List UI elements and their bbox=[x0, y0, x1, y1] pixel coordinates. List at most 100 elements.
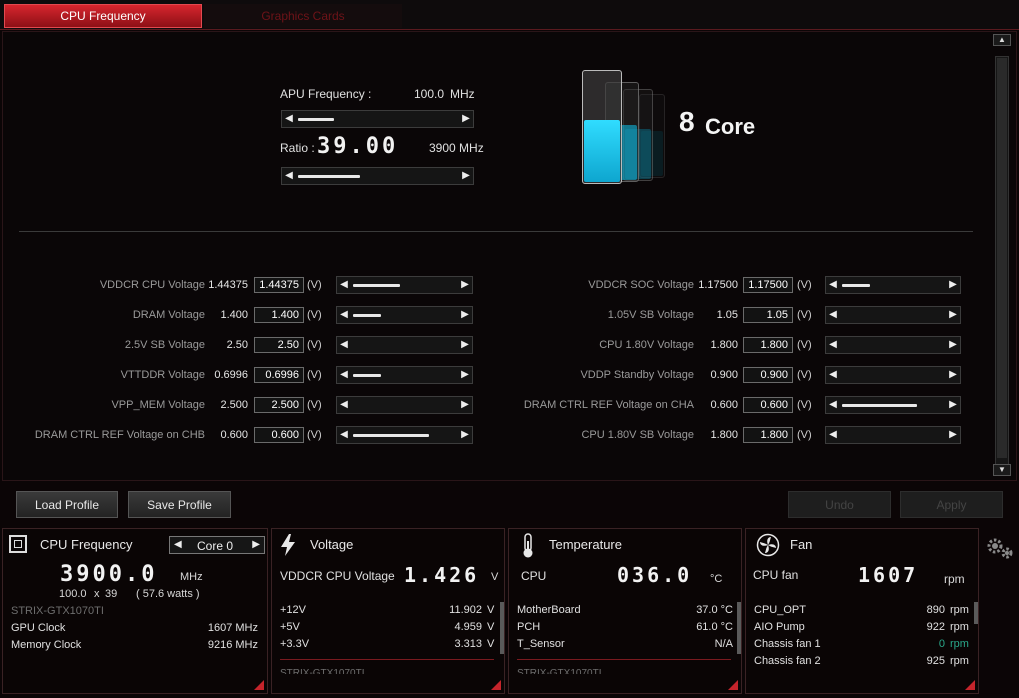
apply-button[interactable]: Apply bbox=[900, 491, 1003, 518]
voltage-input[interactable]: 1.44375 bbox=[254, 277, 304, 293]
save-profile-button[interactable]: Save Profile bbox=[128, 491, 231, 518]
arrow-right-icon[interactable]: ▶ bbox=[459, 398, 471, 412]
expand-corner-icon[interactable] bbox=[965, 680, 975, 690]
voltage-slider[interactable]: ◀ ▶ bbox=[825, 396, 961, 414]
ratio-slider[interactable]: ◀ ▶ bbox=[281, 167, 474, 185]
voltage-slider[interactable]: ◀ ▶ bbox=[825, 336, 961, 354]
voltage-input[interactable]: 1.800 bbox=[743, 337, 793, 353]
voltage-input[interactable]: 0.6996 bbox=[254, 367, 304, 383]
voltage-input[interactable]: 1.17500 bbox=[743, 277, 793, 293]
panel-scrollbar[interactable] bbox=[500, 602, 504, 654]
arrow-left-icon[interactable]: ◀ bbox=[827, 368, 839, 382]
slider-thumb[interactable] bbox=[298, 118, 334, 121]
core-select-value: Core 0 bbox=[197, 539, 234, 553]
panel-scrollbar[interactable] bbox=[737, 602, 741, 654]
tab-cpu-frequency[interactable]: CPU Frequency bbox=[4, 4, 202, 28]
arrow-left-icon[interactable]: ◀ bbox=[827, 308, 839, 322]
memory-clock-value: 9216 MHz bbox=[207, 639, 258, 651]
core-number: 8 bbox=[679, 106, 695, 137]
slider-thumb[interactable] bbox=[353, 374, 381, 377]
arrow-right-icon[interactable]: ▶ bbox=[252, 539, 260, 550]
voltage-slider[interactable]: ◀ ▶ bbox=[336, 396, 473, 414]
arrow-right-icon[interactable]: ▶ bbox=[459, 368, 471, 382]
voltage-slider[interactable]: ◀ ▶ bbox=[336, 336, 473, 354]
core-select[interactable]: ◀ Core 0 ▶ bbox=[169, 536, 265, 554]
arrow-right-icon[interactable]: ▶ bbox=[460, 112, 472, 126]
arrow-left-icon[interactable]: ◀ bbox=[283, 112, 295, 126]
cpu-frequency-value: 3900.0 bbox=[60, 562, 158, 587]
voltage-slider[interactable]: ◀ ▶ bbox=[336, 306, 473, 324]
expand-corner-icon[interactable] bbox=[728, 680, 738, 690]
arrow-left-icon[interactable]: ◀ bbox=[827, 428, 839, 442]
arrow-left-icon[interactable]: ◀ bbox=[827, 398, 839, 412]
arrow-left-icon[interactable]: ◀ bbox=[338, 398, 350, 412]
arrow-right-icon[interactable]: ▶ bbox=[947, 308, 959, 322]
panel-title: Temperature bbox=[549, 537, 622, 552]
arrow-right-icon[interactable]: ▶ bbox=[947, 428, 959, 442]
main-temp-label: CPU bbox=[521, 569, 547, 583]
vertical-scrollbar[interactable]: ▲ ▼ bbox=[992, 34, 1012, 478]
scroll-up-button[interactable]: ▲ bbox=[993, 34, 1011, 46]
scroll-thumb[interactable] bbox=[997, 58, 1007, 458]
arrow-left-icon[interactable]: ◀ bbox=[827, 338, 839, 352]
voltage-slider[interactable]: ◀ ▶ bbox=[825, 276, 961, 294]
voltage-current: 1.800 bbox=[710, 429, 738, 441]
voltage-slider[interactable]: ◀ ▶ bbox=[825, 426, 961, 444]
expand-corner-icon[interactable] bbox=[491, 680, 501, 690]
arrow-left-icon[interactable]: ◀ bbox=[338, 428, 350, 442]
slider-thumb[interactable] bbox=[353, 314, 381, 317]
voltage-slider[interactable]: ◀ ▶ bbox=[825, 306, 961, 324]
rail-unit: V bbox=[487, 638, 495, 650]
arrow-right-icon[interactable]: ▶ bbox=[947, 398, 959, 412]
voltage-input[interactable]: 1.05 bbox=[743, 307, 793, 323]
arrow-right-icon[interactable]: ▶ bbox=[459, 338, 471, 352]
divider bbox=[517, 659, 731, 660]
voltage-slider[interactable]: ◀ ▶ bbox=[336, 426, 473, 444]
arrow-right-icon[interactable]: ▶ bbox=[947, 368, 959, 382]
arrow-left-icon[interactable]: ◀ bbox=[338, 368, 350, 382]
arrow-left-icon[interactable]: ◀ bbox=[338, 338, 350, 352]
arrow-right-icon[interactable]: ▶ bbox=[947, 278, 959, 292]
arrow-right-icon[interactable]: ▶ bbox=[459, 278, 471, 292]
arrow-right-icon[interactable]: ▶ bbox=[459, 428, 471, 442]
voltage-current: 1.05 bbox=[716, 309, 738, 321]
arrow-left-icon[interactable]: ◀ bbox=[338, 308, 350, 322]
load-profile-button[interactable]: Load Profile bbox=[16, 491, 118, 518]
voltage-input[interactable]: 2.500 bbox=[254, 397, 304, 413]
settings-button[interactable] bbox=[982, 528, 1017, 568]
undo-button[interactable]: Undo bbox=[788, 491, 891, 518]
scroll-down-button[interactable]: ▼ bbox=[993, 464, 1011, 476]
slider-thumb[interactable] bbox=[842, 404, 917, 407]
scroll-track[interactable] bbox=[995, 56, 1009, 466]
voltage-slider[interactable]: ◀ ▶ bbox=[336, 366, 473, 384]
arrow-right-icon[interactable]: ▶ bbox=[947, 338, 959, 352]
fan-value: 0 bbox=[938, 638, 945, 650]
panel-title: Fan bbox=[790, 537, 813, 552]
arrow-left-icon[interactable]: ◀ bbox=[827, 278, 839, 292]
arrow-left-icon[interactable]: ◀ bbox=[283, 169, 295, 183]
voltage-current: 2.500 bbox=[220, 399, 248, 411]
voltage-slider[interactable]: ◀ ▶ bbox=[825, 366, 961, 384]
arrow-right-icon[interactable]: ▶ bbox=[460, 169, 472, 183]
voltage-input[interactable]: 0.900 bbox=[743, 367, 793, 383]
voltage-unit: (V) bbox=[307, 279, 322, 291]
apu-frequency-slider[interactable]: ◀ ▶ bbox=[281, 110, 474, 128]
slider-thumb[interactable] bbox=[842, 284, 870, 287]
voltage-input[interactable]: 0.600 bbox=[254, 427, 304, 443]
voltage-input[interactable]: 1.800 bbox=[743, 427, 793, 443]
arrow-left-icon[interactable]: ◀ bbox=[174, 539, 182, 550]
arrow-right-icon[interactable]: ▶ bbox=[459, 308, 471, 322]
slider-thumb[interactable] bbox=[298, 175, 360, 178]
tab-graphics-cards[interactable]: Graphics Cards bbox=[204, 4, 402, 28]
panel-scrollbar[interactable] bbox=[974, 602, 978, 624]
slider-thumb[interactable] bbox=[353, 434, 429, 437]
voltage-input[interactable]: 1.400 bbox=[254, 307, 304, 323]
voltage-slider[interactable]: ◀ ▶ bbox=[336, 276, 473, 294]
fan-label: CPU_OPT bbox=[754, 604, 806, 616]
slider-thumb[interactable] bbox=[353, 284, 400, 287]
fan-unit: rpm bbox=[950, 621, 969, 633]
voltage-input[interactable]: 2.50 bbox=[254, 337, 304, 353]
voltage-input[interactable]: 0.600 bbox=[743, 397, 793, 413]
arrow-left-icon[interactable]: ◀ bbox=[338, 278, 350, 292]
expand-corner-icon[interactable] bbox=[254, 680, 264, 690]
